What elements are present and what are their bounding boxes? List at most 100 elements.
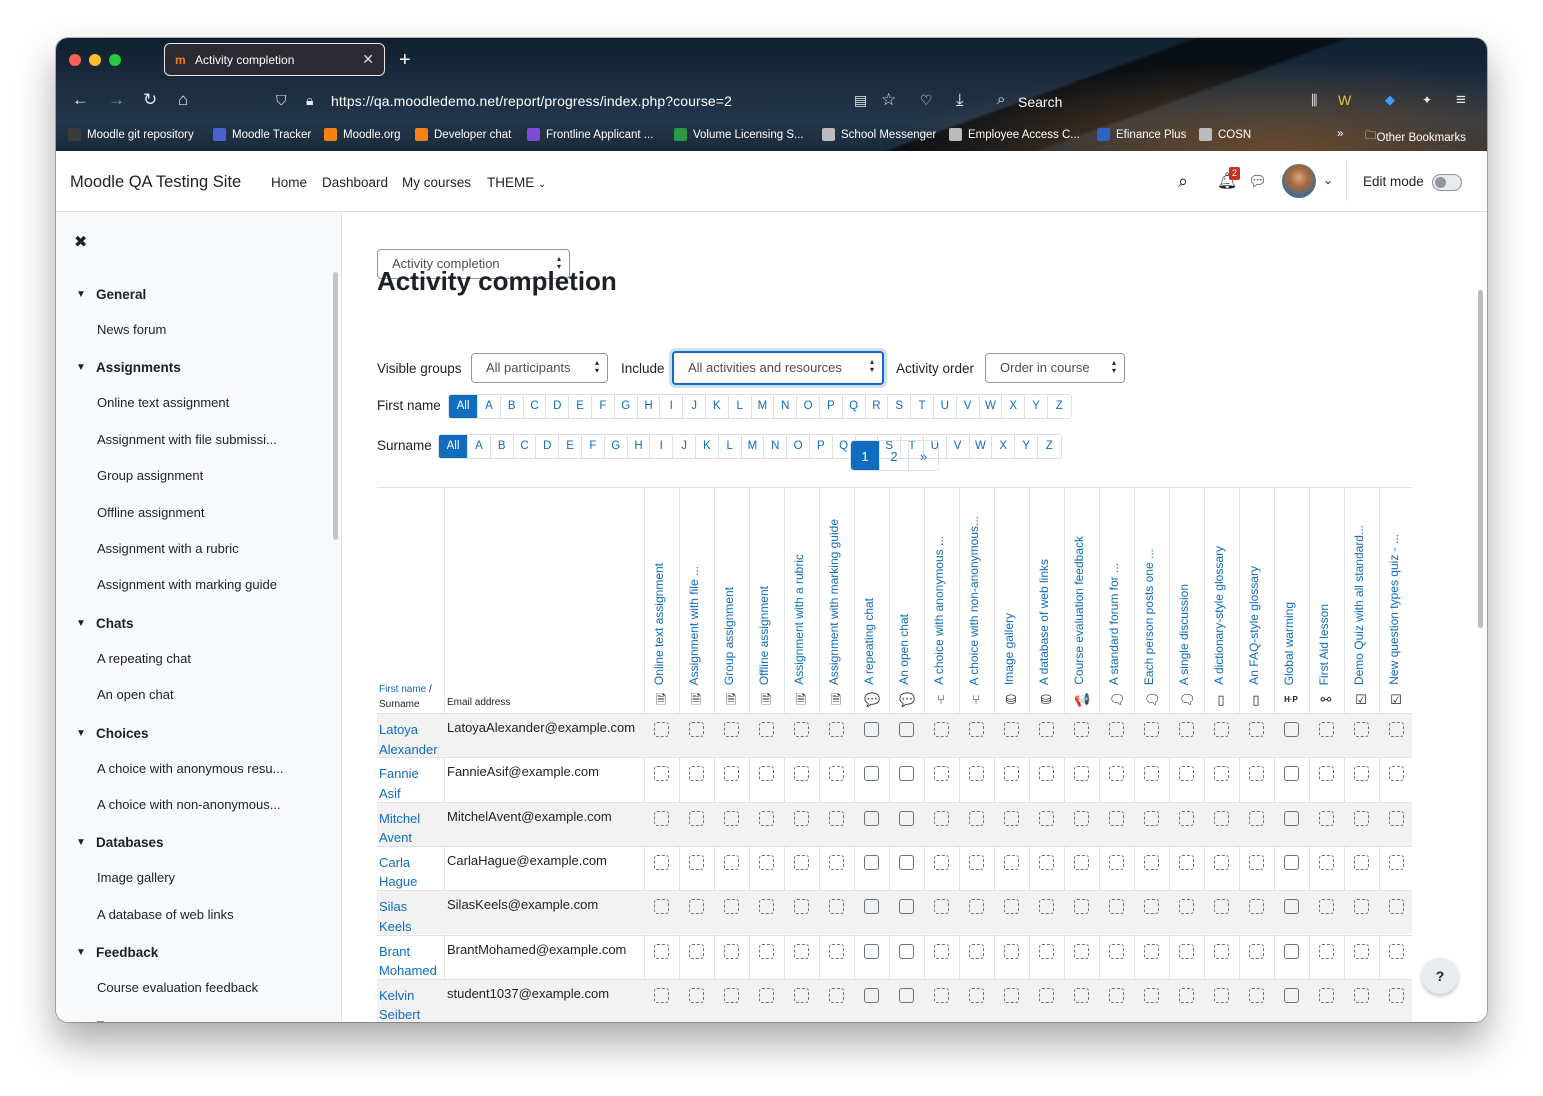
activity-link[interactable]: First Aid lesson: [1317, 604, 1331, 685]
completion-checkbox[interactable]: [1074, 943, 1089, 959]
activity-link[interactable]: Assignment with file ...: [687, 566, 701, 685]
first-name-initial-j[interactable]: J: [683, 395, 706, 418]
completion-checkbox[interactable]: [1249, 899, 1264, 915]
course-index-section[interactable]: ▼ Choices: [76, 726, 149, 741]
completion-checkbox[interactable]: [1074, 766, 1089, 782]
surname-initial-w[interactable]: W: [970, 435, 993, 458]
completion-checkbox[interactable]: [864, 899, 879, 915]
completion-checkbox[interactable]: [1109, 987, 1124, 1003]
completion-checkbox[interactable]: [1284, 987, 1299, 1003]
chevron-down-icon[interactable]: ▼: [76, 618, 88, 629]
completion-checkbox[interactable]: [829, 987, 844, 1003]
surname-initial-c[interactable]: C: [514, 435, 537, 458]
completion-checkbox[interactable]: [759, 766, 774, 782]
first-name-initial-x[interactable]: X: [1002, 395, 1026, 418]
course-index-item[interactable]: Assignment with a rubric: [97, 541, 239, 556]
first-name-initial-m[interactable]: M: [752, 395, 775, 418]
completion-checkbox[interactable]: [654, 810, 669, 826]
completion-checkbox[interactable]: [1179, 987, 1194, 1003]
extensions-icon[interactable]: ✦: [1422, 90, 1432, 110]
course-index-item[interactable]: Group assignment: [97, 468, 203, 483]
completion-checkbox[interactable]: [934, 766, 949, 782]
completion-checkbox[interactable]: [864, 943, 879, 959]
surname-initial-x[interactable]: X: [992, 435, 1016, 458]
completion-checkbox[interactable]: [1004, 722, 1019, 737]
completion-checkbox[interactable]: [864, 987, 879, 1003]
student-name-link[interactable]: Brant Mohamed: [379, 942, 437, 981]
completion-checkbox[interactable]: [689, 810, 704, 826]
completion-checkbox[interactable]: [794, 766, 809, 782]
completion-checkbox[interactable]: [1249, 766, 1264, 782]
home-icon[interactable]: ⌂: [178, 90, 188, 110]
student-name-link[interactable]: Latoya Alexander: [379, 720, 438, 759]
course-index-item[interactable]: Offline assignment: [97, 505, 204, 520]
surname-initial-n[interactable]: N: [764, 435, 788, 458]
bookmark-item[interactable]: Moodle git repository: [68, 128, 194, 141]
include-select[interactable]: All activities and resources: [672, 351, 884, 385]
completion-checkbox[interactable]: [899, 899, 914, 915]
completion-checkbox[interactable]: [969, 766, 984, 782]
activity-link[interactable]: Offline assignment: [757, 586, 771, 685]
next-page-link[interactable]: »: [909, 441, 938, 470]
completion-checkbox[interactable]: [1109, 766, 1124, 782]
surname-initial-m[interactable]: M: [742, 435, 765, 458]
completion-checkbox[interactable]: [1179, 766, 1194, 782]
first-name-initial-g[interactable]: G: [615, 395, 638, 418]
completion-checkbox[interactable]: [1284, 899, 1299, 915]
completion-checkbox[interactable]: [1389, 987, 1404, 1003]
completion-checkbox[interactable]: [794, 899, 809, 915]
first-name-initial-d[interactable]: D: [546, 395, 570, 418]
bookmark-item[interactable]: Frontline Applicant ...: [527, 128, 653, 141]
first-name-initial-l[interactable]: L: [729, 395, 752, 418]
completion-checkbox[interactable]: [1249, 854, 1264, 870]
completion-checkbox[interactable]: [864, 766, 879, 782]
shield-icon[interactable]: ⛉: [276, 90, 287, 110]
completion-checkbox[interactable]: [1354, 854, 1369, 870]
completion-checkbox[interactable]: [1004, 987, 1019, 1003]
completion-checkbox[interactable]: [1004, 943, 1019, 959]
pocket-icon[interactable]: ♡: [920, 90, 933, 110]
completion-checkbox[interactable]: [1284, 766, 1299, 782]
minimize-window-button[interactable]: [89, 54, 101, 66]
completion-checkbox[interactable]: [1039, 810, 1054, 826]
completion-checkbox[interactable]: [969, 987, 984, 1003]
completion-checkbox[interactable]: [1389, 722, 1404, 737]
completion-checkbox[interactable]: [1074, 722, 1089, 737]
help-button[interactable]: ?: [1422, 958, 1458, 994]
bookmark-item[interactable]: School Messenger: [822, 128, 936, 141]
completion-checkbox[interactable]: [1319, 943, 1334, 959]
completion-checkbox[interactable]: [1319, 810, 1334, 826]
chevron-down-icon[interactable]: ▼: [76, 362, 88, 373]
course-index-section[interactable]: ▼ Databases: [76, 835, 164, 850]
completion-checkbox[interactable]: [969, 854, 984, 870]
completion-checkbox[interactable]: [654, 854, 669, 870]
surname-initial-o[interactable]: O: [787, 435, 810, 458]
completion-checkbox[interactable]: [934, 722, 949, 737]
completion-checkbox[interactable]: [724, 854, 739, 870]
completion-checkbox[interactable]: [1284, 943, 1299, 959]
first-name-initial-t[interactable]: T: [911, 395, 934, 418]
completion-checkbox[interactable]: [794, 722, 809, 737]
surname-initial-all[interactable]: All: [439, 435, 468, 458]
bookmark-star-icon[interactable]: ☆: [881, 90, 896, 110]
nav-dashboard[interactable]: Dashboard: [322, 175, 388, 190]
completion-checkbox[interactable]: [899, 854, 914, 870]
activity-link[interactable]: Group assignment: [722, 587, 736, 685]
page-link-2[interactable]: 2: [880, 441, 909, 470]
surname-initial-p[interactable]: P: [810, 435, 833, 458]
completion-checkbox[interactable]: [1354, 943, 1369, 959]
completion-checkbox[interactable]: [864, 810, 879, 826]
completion-checkbox[interactable]: [1354, 899, 1369, 915]
completion-checkbox[interactable]: [654, 722, 669, 737]
first-name-initial-b[interactable]: B: [501, 395, 524, 418]
completion-checkbox[interactable]: [794, 854, 809, 870]
first-name-initial-z[interactable]: Z: [1048, 395, 1071, 418]
url-bar[interactable]: https://qa.moodledemo.net/report/progres…: [331, 93, 732, 109]
completion-checkbox[interactable]: [829, 854, 844, 870]
activity-link[interactable]: Global warming: [1282, 602, 1296, 685]
completion-checkbox[interactable]: [1074, 987, 1089, 1003]
first-name-initial-o[interactable]: O: [797, 395, 820, 418]
student-name-link[interactable]: Carla Hague: [379, 853, 417, 892]
completion-checkbox[interactable]: [1039, 722, 1054, 737]
completion-checkbox[interactable]: [759, 722, 774, 737]
